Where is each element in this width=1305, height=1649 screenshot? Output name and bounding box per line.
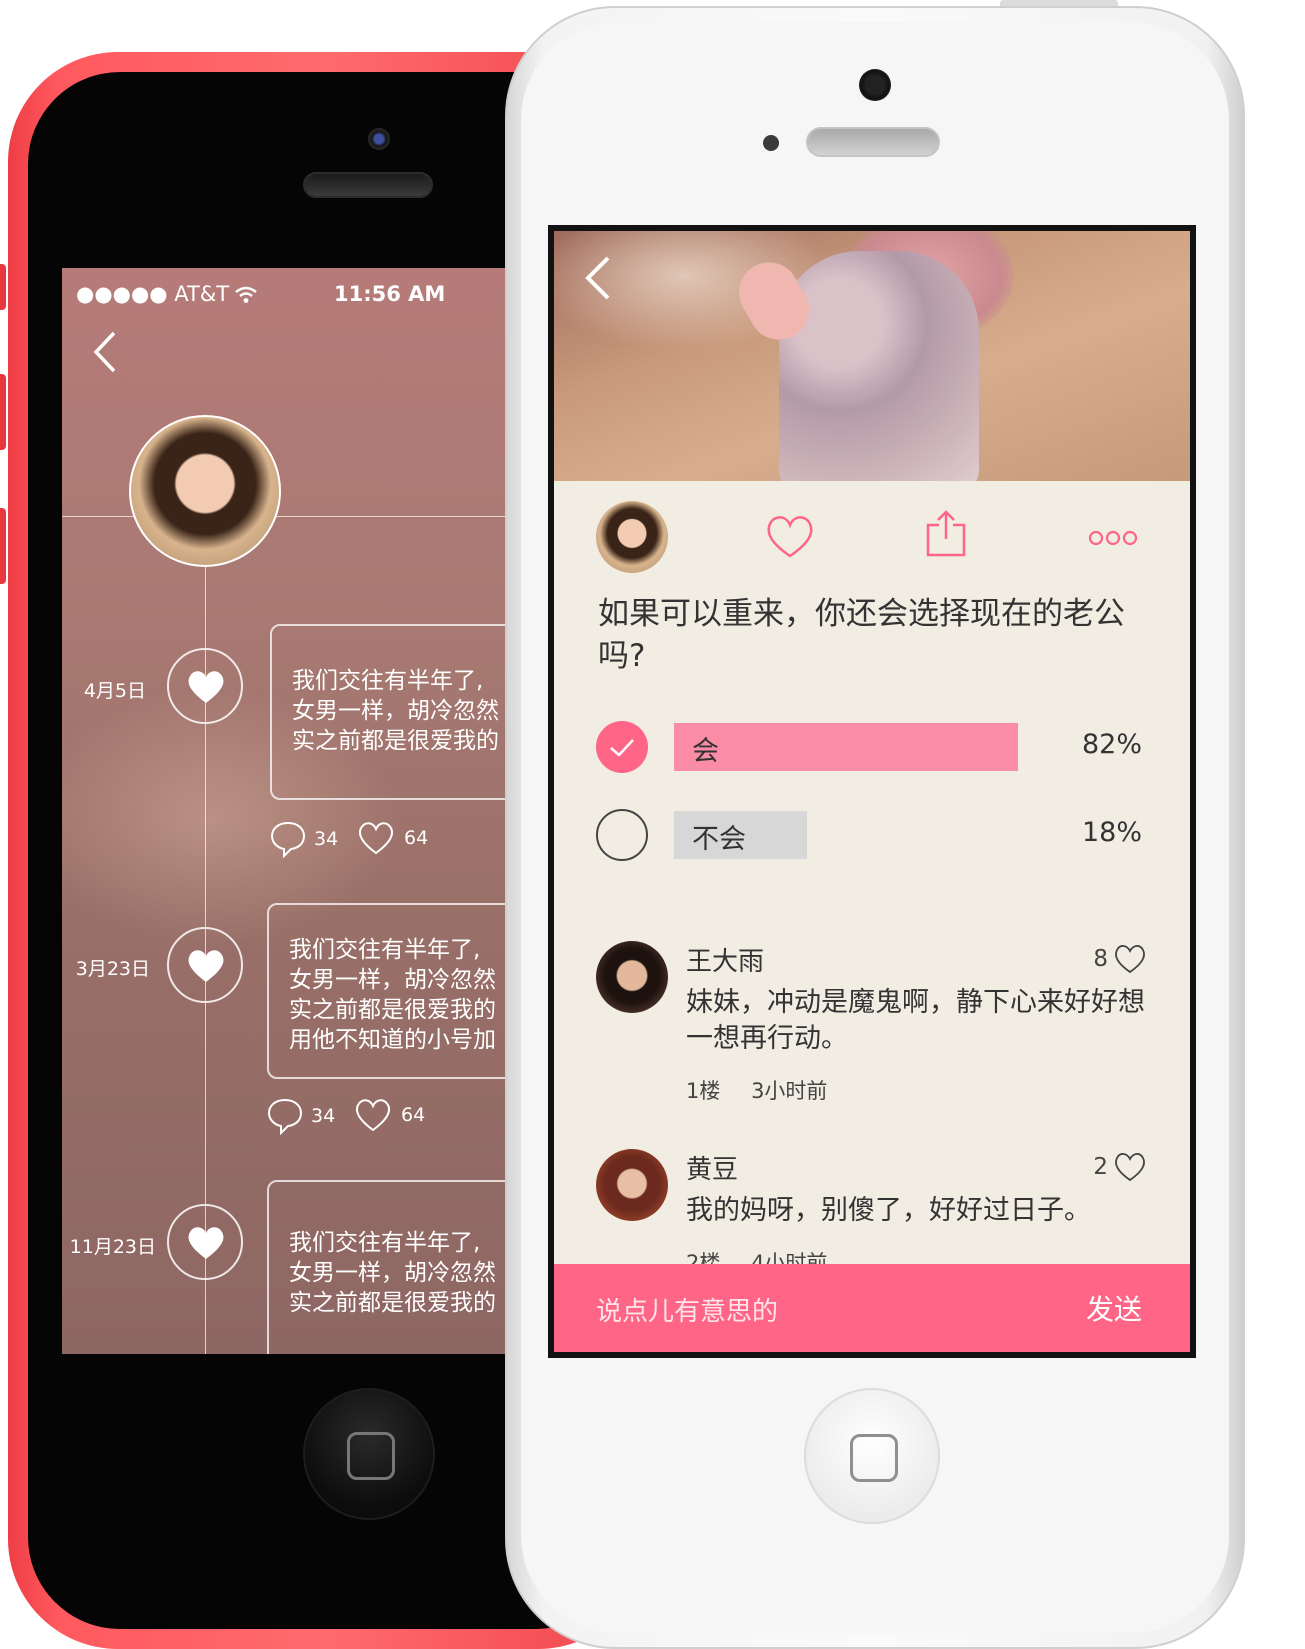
option-percent: 82% — [1081, 729, 1142, 760]
back-chevron-icon[interactable] — [92, 330, 118, 374]
volume-down-button — [0, 508, 6, 584]
like-count-button[interactable]: 64 — [356, 820, 428, 856]
heart-icon — [188, 950, 224, 982]
home-square-icon — [850, 1434, 898, 1482]
comment-text: 妹妹，冲动是魔鬼啊，静下心来好好想一想再行动。 — [686, 987, 1145, 1054]
option-radio[interactable] — [596, 809, 648, 861]
commenter-avatar[interactable] — [596, 941, 668, 1013]
comment-bubble-icon — [270, 821, 306, 858]
check-icon — [610, 739, 634, 757]
option-label: 会 — [692, 736, 719, 767]
heart-outline-icon — [1115, 945, 1145, 974]
like-heart-icon[interactable] — [764, 513, 816, 559]
volume-up-button — [0, 374, 6, 450]
comment-text: 我的妈呀，别傻了，好好过日子。 — [686, 1195, 1091, 1226]
share-icon[interactable] — [926, 509, 966, 557]
timeline-heart-node[interactable] — [167, 648, 243, 724]
commenter-name: 王大雨 — [686, 947, 765, 977]
poll-question: 如果可以重来，你还会选择现在的老公吗? — [598, 596, 1125, 674]
option-bar: 不会 — [674, 811, 807, 859]
back-chevron-icon[interactable] — [584, 255, 612, 301]
profile-avatar[interactable] — [129, 415, 281, 567]
card-line: 女男一样，胡冷忽然 — [289, 1260, 496, 1286]
heart-outline-icon — [1115, 1153, 1145, 1182]
timeline-date: 11月23日 — [69, 1236, 156, 1258]
card-line: 实之前都是很爱我的 — [289, 1290, 496, 1316]
comment-item: 黄豆 2 我的妈呀，别傻了，好好过日子。 2楼 4小时前 — [554, 1149, 1190, 1279]
timeline-heart-node[interactable] — [167, 927, 243, 1003]
more-icon[interactable] — [1088, 529, 1138, 547]
commenter-avatar[interactable] — [596, 1149, 668, 1221]
front-phone-camera — [859, 69, 891, 101]
timeline-screen: ●●●●● AT&T 11:56 AM 4月5日 我们交往有半年了, 女男一样，… — [62, 268, 512, 1354]
poll-option-no[interactable]: 不会 18% — [554, 809, 1190, 861]
hero-image — [554, 231, 1190, 481]
comment-item: 王大雨 8 妹妹，冲动是魔鬼啊，静下心来好好想一想再行动。 1楼 3小时前 — [554, 941, 1190, 1111]
comment-count-button[interactable]: 34 — [270, 820, 338, 858]
like-count: 64 — [404, 827, 429, 849]
status-time: 11:56 AM — [334, 282, 446, 306]
comment-bubble-icon — [267, 1098, 303, 1135]
poll-screen: 如果可以重来，你还会选择现在的老公吗? 会 82% 不会 18% 王大雨 8 妹… — [548, 225, 1196, 1358]
comment-input-bar[interactable]: 说点儿有意思的 发送 — [554, 1264, 1190, 1352]
card-line: 女男一样，胡冷忽然 — [289, 967, 496, 993]
option-radio-selected[interactable] — [596, 721, 648, 773]
comment-count: 34 — [311, 1105, 336, 1127]
commenter-name: 黄豆 — [686, 1155, 739, 1185]
heart-icon — [188, 1227, 224, 1259]
option-label: 不会 — [692, 824, 746, 855]
wifi-icon — [235, 286, 257, 303]
card-line: 实之前都是很爱我的 — [289, 997, 496, 1023]
home-square-icon — [347, 1432, 395, 1480]
front-phone-sensor — [763, 135, 779, 151]
hero-dress — [779, 251, 979, 481]
card-line: 女男一样，胡冷忽然 — [292, 698, 499, 724]
heart-outline-icon — [358, 822, 394, 855]
front-phone-speaker — [806, 127, 940, 157]
comment-time: 3小时前 — [751, 1079, 828, 1103]
comment-count-button[interactable]: 34 — [267, 1097, 335, 1135]
comment-like-button[interactable]: 8 — [1093, 943, 1148, 975]
poll-option-yes[interactable]: 会 82% — [554, 721, 1190, 773]
comment-like-button[interactable]: 2 — [1093, 1151, 1148, 1183]
like-count: 64 — [401, 1104, 426, 1126]
timeline-heart-node[interactable] — [167, 1204, 243, 1280]
comment-meta: 1楼 3小时前 — [686, 1075, 851, 1105]
post-actions-row — [554, 493, 1190, 573]
card-line: 我们交往有半年了, — [289, 1230, 481, 1256]
comment-like-count: 8 — [1093, 946, 1108, 972]
status-bar: ●●●●● AT&T 11:56 AM — [76, 282, 512, 312]
comment-input-placeholder[interactable]: 说点儿有意思的 — [596, 1291, 778, 1328]
card-line: 我们交往有半年了, — [289, 937, 481, 963]
option-bar: 会 — [674, 723, 1018, 771]
timeline-card[interactable]: 我们交往有半年了, 女男一样，胡冷忽然 实之前都是很爱我的 用他不知道的小号加 — [267, 903, 512, 1079]
author-avatar[interactable] — [596, 501, 668, 573]
option-percent: 18% — [1081, 817, 1142, 848]
comment-count: 34 — [314, 828, 339, 850]
back-phone-speaker — [303, 172, 433, 198]
timeline-card[interactable]: 我们交往有半年了, 女男一样，胡冷忽然 实之前都是很爱我的 — [270, 624, 512, 800]
timeline-date: 4月5日 — [83, 680, 146, 702]
back-phone-home-button[interactable] — [303, 1388, 435, 1520]
send-button[interactable]: 发送 — [1086, 1288, 1142, 1328]
timeline-date: 3月23日 — [75, 958, 150, 980]
comment-floor: 1楼 — [686, 1079, 721, 1103]
comment-like-count: 2 — [1093, 1154, 1108, 1180]
heart-outline-icon — [355, 1099, 391, 1132]
card-line: 我们交往有半年了, — [292, 668, 484, 694]
profile-divider — [62, 516, 512, 517]
card-line: 用他不知道的小号加 — [289, 1027, 496, 1053]
card-line: 实之前都是很爱我的 — [292, 728, 499, 754]
carrier-label: ●●●●● AT&T — [76, 282, 230, 306]
mute-switch — [0, 264, 6, 310]
back-phone-camera — [368, 128, 390, 150]
heart-icon — [188, 671, 224, 703]
like-count-button[interactable]: 64 — [353, 1097, 425, 1133]
timeline-card[interactable]: 我们交往有半年了, 女男一样，胡冷忽然 实之前都是很爱我的 — [267, 1180, 512, 1354]
front-phone-home-button[interactable] — [804, 1388, 940, 1524]
